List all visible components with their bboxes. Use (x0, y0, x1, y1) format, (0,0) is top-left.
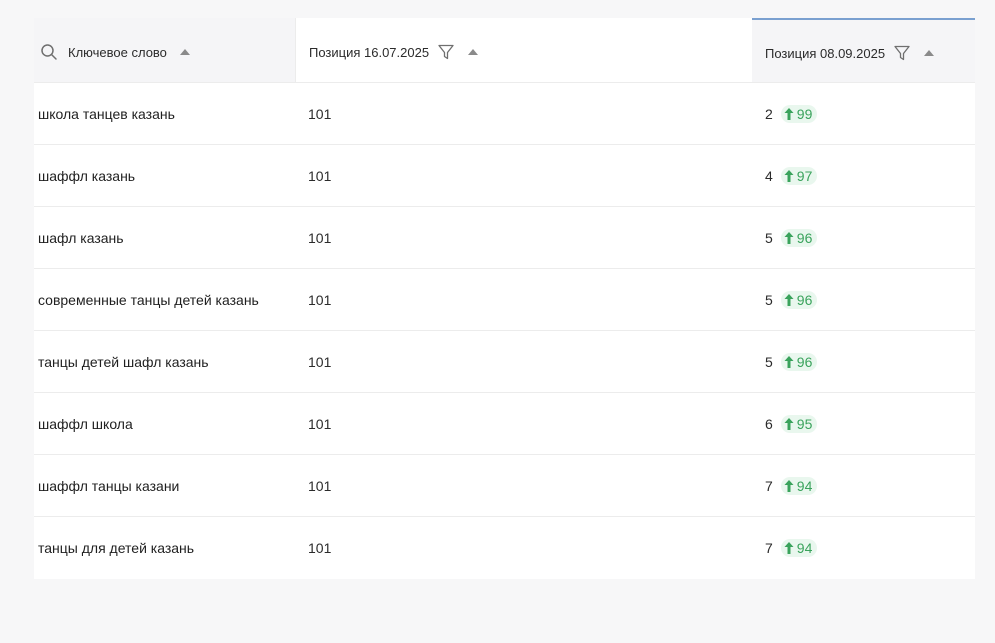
arrow-up-icon (783, 107, 795, 121)
position-1-cell: 101 (308, 415, 332, 432)
keyword-cell: современные танцы детей казань (38, 291, 259, 308)
position-1-cell: 101 (308, 540, 332, 556)
table-row[interactable]: танцы для детей казань 101 7 94 (34, 517, 975, 579)
position-change-value: 96 (796, 353, 813, 370)
position-2-value: 2 (765, 105, 773, 122)
table-row[interactable]: шаффл школа 101 6 95 (34, 393, 975, 455)
table-row[interactable]: шаффл танцы казани 101 7 94 (34, 455, 975, 517)
position-change-value: 94 (796, 540, 813, 556)
position-change-value: 95 (796, 415, 813, 432)
column-header-keyword[interactable]: Ключевое слово (34, 18, 295, 82)
position-change-badge: 99 (780, 104, 818, 123)
position-2-value: 5 (765, 229, 773, 246)
position-2-value: 6 (765, 415, 773, 432)
position-2-cell: 7 94 (752, 539, 975, 557)
position-2-cell: 4 97 (752, 166, 975, 185)
table-row[interactable]: современные танцы детей казань 101 5 96 (34, 269, 975, 331)
arrow-up-icon (783, 293, 795, 307)
position-change-value: 96 (796, 229, 813, 246)
position-2-cell: 5 96 (752, 352, 975, 371)
arrow-up-icon (783, 479, 795, 493)
sort-ascending-icon[interactable] (924, 50, 935, 56)
position-2-cell: 7 94 (752, 476, 975, 495)
position-change-badge: 94 (780, 476, 818, 495)
position-2-cell: 5 96 (752, 228, 975, 247)
position-change-value: 94 (796, 477, 813, 494)
position-2-cell: 2 99 (752, 104, 975, 123)
position-change-badge: 97 (780, 166, 818, 185)
positions-table: Ключевое слово Позиция 16.07.2025 Позици… (34, 18, 975, 579)
position-change-badge: 96 (780, 352, 818, 371)
keyword-cell: шафл казань (38, 229, 124, 246)
table-body: школа танцев казань 101 2 99 шаффл казань 101… (34, 83, 975, 579)
column-header-position-2[interactable]: Позиция 08.09.2025 (752, 18, 975, 82)
position-2-value: 7 (765, 477, 773, 494)
table-row[interactable]: шаффл казань 101 4 97 (34, 145, 975, 207)
arrow-up-icon (783, 541, 795, 555)
position-1-cell: 101 (308, 353, 332, 370)
search-icon[interactable] (40, 43, 58, 61)
position-change-badge: 96 (780, 290, 818, 309)
position-1-cell: 101 (308, 167, 332, 184)
position-2-value: 5 (765, 291, 773, 308)
position-change-badge: 94 (780, 539, 818, 557)
keyword-cell: танцы для детей казань (38, 540, 195, 556)
position-2-value: 4 (765, 167, 773, 184)
column-header-position-1[interactable]: Позиция 16.07.2025 (295, 18, 752, 82)
keyword-cell: школа танцев казань (38, 105, 175, 122)
position-1-cell: 101 (308, 229, 332, 246)
sort-ascending-icon[interactable] (179, 49, 190, 55)
position-2-cell: 6 95 (752, 414, 975, 433)
column-header-keyword-label: Ключевое слово (68, 44, 167, 60)
keyword-cell: шаффл казань (38, 167, 136, 184)
arrow-up-icon (783, 355, 795, 369)
arrow-up-icon (783, 417, 795, 431)
position-2-value: 7 (765, 540, 773, 556)
position-change-value: 97 (796, 167, 813, 184)
column-header-position-2-label: Позиция 08.09.2025 (765, 45, 886, 61)
position-change-value: 99 (796, 105, 813, 122)
position-1-cell: 101 (308, 291, 332, 308)
column-header-position-1-label: Позиция 16.07.2025 (309, 44, 430, 60)
arrow-up-icon (783, 169, 795, 183)
position-2-value: 5 (765, 353, 773, 370)
table-row[interactable]: шафл казань 101 5 96 (34, 207, 975, 269)
position-change-badge: 95 (780, 414, 818, 433)
arrow-up-icon (783, 231, 795, 245)
position-2-cell: 5 96 (752, 290, 975, 309)
funnel-icon[interactable] (893, 44, 911, 62)
keyword-cell: танцы детей шафл казань (38, 353, 209, 370)
position-change-badge: 96 (780, 228, 818, 247)
position-change-value: 96 (796, 291, 813, 308)
keyword-cell: шаффл школа (38, 415, 133, 432)
table-row[interactable]: танцы детей шафл казань 101 5 96 (34, 331, 975, 393)
table-header: Ключевое слово Позиция 16.07.2025 Позици… (34, 18, 975, 83)
table-row[interactable]: школа танцев казань 101 2 99 (34, 83, 975, 145)
position-1-cell: 101 (308, 477, 332, 494)
position-1-cell: 101 (308, 105, 332, 122)
funnel-icon[interactable] (437, 43, 455, 61)
sort-ascending-icon[interactable] (468, 49, 479, 55)
keyword-cell: шаффл танцы казани (38, 477, 180, 494)
